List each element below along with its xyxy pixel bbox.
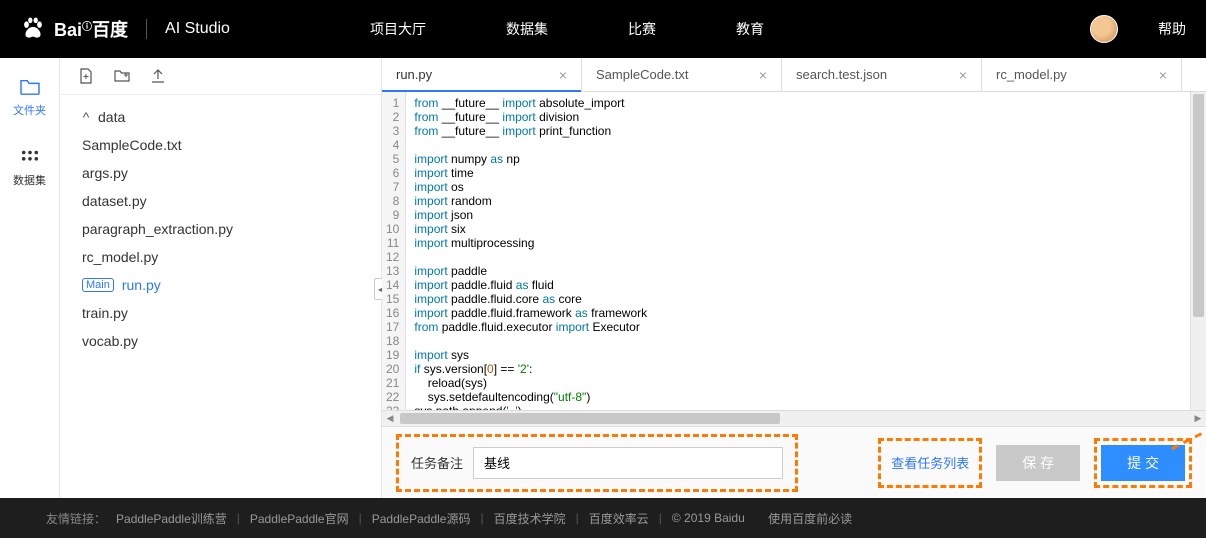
tree-folder-data[interactable]: ^data bbox=[60, 103, 381, 131]
main-badge: Main bbox=[82, 278, 114, 292]
footer-link[interactable]: 百度技术学院 bbox=[494, 510, 566, 527]
scroll-left-icon[interactable]: ◀ bbox=[382, 411, 398, 426]
new-folder-icon[interactable] bbox=[114, 68, 130, 84]
tab-runpy[interactable]: run.py× bbox=[382, 58, 582, 91]
divider bbox=[146, 19, 147, 39]
header: Baiⓘ百度 AI Studio 项目大厅 数据集 比赛 教育 帮助 bbox=[0, 0, 1206, 58]
left-rail: 文件夹 数据集 bbox=[0, 58, 60, 498]
tab-searchjson[interactable]: search.test.json× bbox=[782, 58, 982, 91]
tree-file-selected[interactable]: Mainrun.py bbox=[60, 271, 381, 299]
file-tree: ^data SampleCode.txt args.py dataset.py … bbox=[60, 95, 381, 363]
tree-file[interactable]: paragraph_extraction.py bbox=[60, 215, 381, 243]
file-panel: ^data SampleCode.txt args.py dataset.py … bbox=[60, 58, 382, 498]
file-toolbar bbox=[60, 58, 381, 95]
app-root: Baiⓘ百度 AI Studio 项目大厅 数据集 比赛 教育 帮助 文件夹 数… bbox=[0, 0, 1206, 538]
tab-rcmodel[interactable]: rc_model.py× bbox=[982, 58, 1182, 91]
close-icon[interactable]: × bbox=[959, 67, 967, 83]
new-file-icon[interactable] bbox=[78, 68, 94, 84]
footer-label: 友情链接： bbox=[46, 510, 106, 527]
close-icon[interactable]: × bbox=[559, 67, 567, 83]
remark-input[interactable] bbox=[473, 447, 783, 479]
folder-icon bbox=[19, 78, 41, 96]
footer: 友情链接： PaddlePaddle训练营| PaddlePaddle官网| P… bbox=[0, 498, 1206, 538]
run-bar: 任务备注 查看任务列表 保 存 提 交 bbox=[382, 426, 1206, 498]
code-editor[interactable]: 123456789101112131415161718192021222324 … bbox=[382, 92, 1206, 410]
tree-file[interactable]: SampleCode.txt bbox=[60, 131, 381, 159]
view-tasks-link[interactable]: 查看任务列表 bbox=[891, 456, 969, 471]
tree-file[interactable]: dataset.py bbox=[60, 187, 381, 215]
editor-tabs: run.py× SampleCode.txt× search.test.json… bbox=[382, 58, 1206, 92]
submit-group: 提 交 bbox=[1094, 438, 1192, 488]
tree-file[interactable]: train.py bbox=[60, 299, 381, 327]
rail-dataset[interactable]: 数据集 bbox=[13, 148, 46, 188]
must-read-link[interactable]: 使用百度前必读 bbox=[768, 510, 852, 527]
footer-link[interactable]: PaddlePaddle训练营 bbox=[116, 510, 227, 527]
chevron-icon: ^ bbox=[82, 109, 90, 125]
nav-projects[interactable]: 项目大厅 bbox=[370, 19, 426, 39]
product-name: AI Studio bbox=[165, 20, 230, 38]
horizontal-scrollbar[interactable]: ◀ ▶ bbox=[382, 410, 1206, 426]
header-right: 帮助 bbox=[1090, 15, 1186, 43]
nav-datasets[interactable]: 数据集 bbox=[506, 19, 548, 39]
view-tasks-group: 查看任务列表 bbox=[878, 438, 982, 488]
save-button[interactable]: 保 存 bbox=[996, 445, 1080, 481]
brand-text: Baiⓘ百度 bbox=[54, 16, 128, 42]
vertical-scrollbar[interactable] bbox=[1190, 92, 1206, 410]
remark-label: 任务备注 bbox=[411, 453, 463, 472]
footer-link[interactable]: PaddlePaddle源码 bbox=[372, 510, 471, 527]
copyright: © 2019 Baidu bbox=[672, 511, 745, 525]
tab-samplecode[interactable]: SampleCode.txt× bbox=[582, 58, 782, 91]
grid-icon bbox=[19, 148, 41, 166]
scroll-right-icon[interactable]: ▶ bbox=[1190, 411, 1206, 426]
main-nav: 项目大厅 数据集 比赛 教育 bbox=[370, 19, 764, 39]
footer-link[interactable]: PaddlePaddle官网 bbox=[250, 510, 349, 527]
rail-files[interactable]: 文件夹 bbox=[13, 78, 46, 118]
code-content[interactable]: from __future__ import absolute_importfr… bbox=[406, 92, 1206, 410]
submit-button[interactable]: 提 交 bbox=[1101, 445, 1185, 481]
tree-file[interactable]: args.py bbox=[60, 159, 381, 187]
upload-icon[interactable] bbox=[150, 68, 166, 84]
rail-dataset-label: 数据集 bbox=[13, 172, 46, 188]
scroll-thumb[interactable] bbox=[1193, 94, 1204, 317]
remark-group: 任务备注 bbox=[396, 434, 798, 492]
help-link[interactable]: 帮助 bbox=[1158, 19, 1186, 39]
line-gutter: 123456789101112131415161718192021222324 bbox=[382, 92, 406, 410]
avatar[interactable] bbox=[1090, 15, 1118, 43]
scroll-thumb[interactable] bbox=[400, 413, 780, 424]
close-icon[interactable]: × bbox=[1159, 67, 1167, 83]
main: 文件夹 数据集 ^data SampleCode.txt args.py dat… bbox=[0, 58, 1206, 498]
tree-file[interactable]: rc_model.py bbox=[60, 243, 381, 271]
rail-files-label: 文件夹 bbox=[13, 102, 46, 118]
close-icon[interactable]: × bbox=[759, 67, 767, 83]
footer-link[interactable]: 百度效率云 bbox=[589, 510, 649, 527]
nav-education[interactable]: 教育 bbox=[736, 19, 764, 39]
tree-file[interactable]: vocab.py bbox=[60, 327, 381, 355]
editor-area: ◀ run.py× SampleCode.txt× search.test.js… bbox=[382, 58, 1206, 498]
logo[interactable]: Baiⓘ百度 AI Studio bbox=[20, 16, 230, 42]
nav-competitions[interactable]: 比赛 bbox=[628, 19, 656, 39]
paw-icon bbox=[20, 16, 46, 42]
